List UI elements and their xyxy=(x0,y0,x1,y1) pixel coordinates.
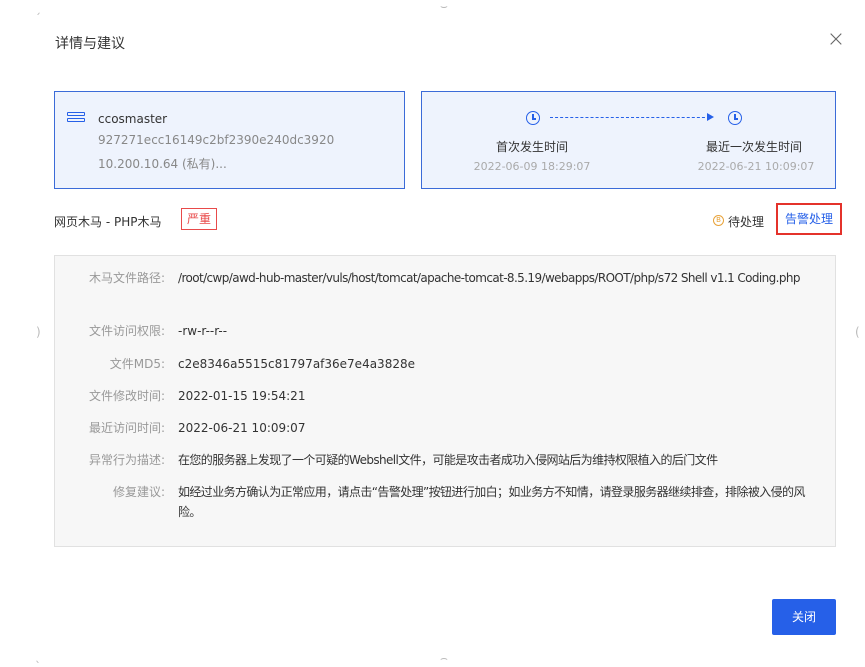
host-id: 927271ecc16149c2bf2390e240dc3920 xyxy=(98,133,335,147)
host-name: ccosmaster xyxy=(98,112,168,126)
timeline-dashed-line xyxy=(550,117,710,118)
first-occurrence-value: 2022-06-09 18:29:07 xyxy=(473,160,591,173)
detail-key: 文件访问权限: xyxy=(88,324,165,338)
arrow-right-icon xyxy=(707,113,714,121)
timeline-card: 首次发生时间 2022-06-09 18:29:07 最近一次发生时间 2022… xyxy=(421,91,836,189)
server-icon xyxy=(67,112,85,128)
host-card: ccosmaster 927271ecc16149c2bf2390e240dc3… xyxy=(54,91,405,189)
clock-icon xyxy=(526,111,540,125)
detail-key: 文件修改时间: xyxy=(88,389,165,403)
detail-dialog: 详情与建议 × ccosmaster 927271ecc16149c2bf239… xyxy=(0,0,865,667)
last-occurrence-label: 最近一次发生时间 xyxy=(705,140,802,154)
detail-value: 2022-01-15 19:54:21 xyxy=(178,389,306,403)
detail-panel: 木马文件路径: /root/cwp/awd-hub-master/vuls/ho… xyxy=(54,255,836,547)
detail-key: 修复建议: xyxy=(112,485,165,499)
detail-key: 木马文件路径: xyxy=(88,271,165,285)
last-occurrence-value: 2022-06-21 10:09:07 xyxy=(697,160,815,173)
severity-badge: 严重 xyxy=(181,208,218,230)
detail-value: c2e8346a5515c81797af36e7e4a3828e xyxy=(178,357,415,371)
status-label: 待处理 xyxy=(728,215,765,229)
threat-title: 网页木马 - PHP木马 xyxy=(54,215,162,229)
detail-value: 2022-06-21 10:09:07 xyxy=(178,421,306,435)
close-icon[interactable]: × xyxy=(825,29,847,52)
alarm-handle-button[interactable]: 告警处理 xyxy=(776,203,842,235)
detail-key: 异常行为描述: xyxy=(88,453,165,467)
dialog-title: 详情与建议 xyxy=(55,36,125,52)
first-occurrence-label: 首次发生时间 xyxy=(495,140,568,154)
detail-value: 在您的服务器上发现了一个可疑的Webshell文件，可能是攻击者成功入侵网站后为… xyxy=(178,453,718,467)
detail-value: 如经过业务方确认为正常应用，请点击“告警处理”按钮进行加白；如业务方不知情，请登… xyxy=(178,485,805,519)
detail-key: 文件MD5: xyxy=(109,357,165,371)
detail-value: -rw-r--r-- xyxy=(178,324,228,338)
pending-status-icon: B xyxy=(713,215,724,226)
detail-key: 最近访问时间: xyxy=(88,421,165,435)
detail-value: /root/cwp/awd-hub-master/vuls/host/tomca… xyxy=(178,271,801,285)
clock-icon xyxy=(728,111,742,125)
close-button[interactable]: 关闭 xyxy=(772,599,836,635)
host-ip: 10.200.10.64 (私有)... xyxy=(98,157,227,171)
